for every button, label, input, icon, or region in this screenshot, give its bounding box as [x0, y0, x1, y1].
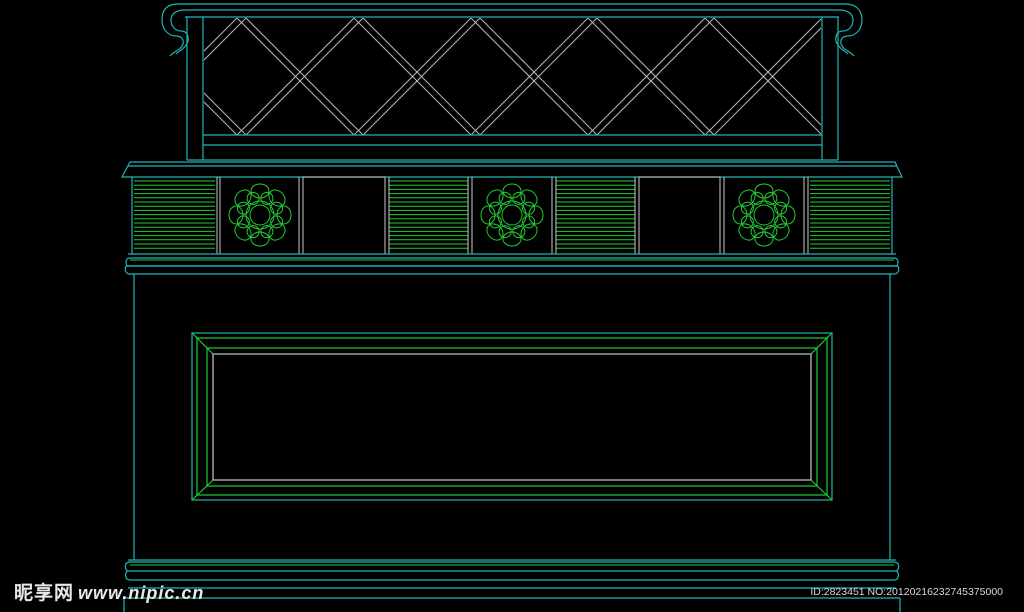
flower-center: [753, 204, 775, 226]
flower-center: [501, 204, 523, 226]
lattice-bar: [3, 18, 120, 135]
lattice-bar: [3, 18, 120, 135]
carved-flower: [732, 183, 796, 247]
flower-petal: [250, 231, 270, 247]
flower-petal: [480, 205, 496, 225]
watermark-logo: 昵享网 www.nipic.cn: [14, 578, 204, 605]
frieze-dividers: [216, 176, 809, 255]
watermark-url: www.nipic.cn: [78, 583, 205, 603]
lattice-bar: [12, 18, 129, 135]
posts: [186, 17, 839, 160]
lattice-bar: [12, 18, 129, 135]
flower-petal: [250, 183, 270, 199]
upper-rails: [187, 134, 838, 161]
recessed-panel: [191, 332, 833, 501]
flower-petal: [502, 231, 522, 247]
lower-body: [133, 274, 891, 560]
base-moulding: [123, 559, 901, 612]
frieze-slats: [134, 180, 890, 249]
carved-flowers: [228, 183, 796, 247]
middle-moulding: [124, 253, 900, 275]
flower-center: [249, 204, 271, 226]
flower-petal: [528, 205, 544, 225]
flower-petal: [754, 231, 774, 247]
flower-petal: [502, 183, 522, 199]
carved-flower: [480, 183, 544, 247]
flower-petal: [276, 205, 292, 225]
flower-petal: [754, 183, 774, 199]
cad-drawing: [3, 3, 903, 612]
flower-petal: [732, 205, 748, 225]
top-cornice: [121, 161, 903, 178]
watermark-id: ID:2823451 NO:20120216232745375000: [810, 586, 1003, 598]
flower-petal: [228, 205, 244, 225]
watermark-brand: 昵享网: [14, 582, 75, 604]
frieze-open-panel: [638, 176, 721, 255]
frieze-open-panel: [302, 176, 386, 255]
flower-petal: [780, 205, 796, 225]
carved-flower: [228, 183, 292, 247]
lattice-panel: [3, 18, 821, 135]
